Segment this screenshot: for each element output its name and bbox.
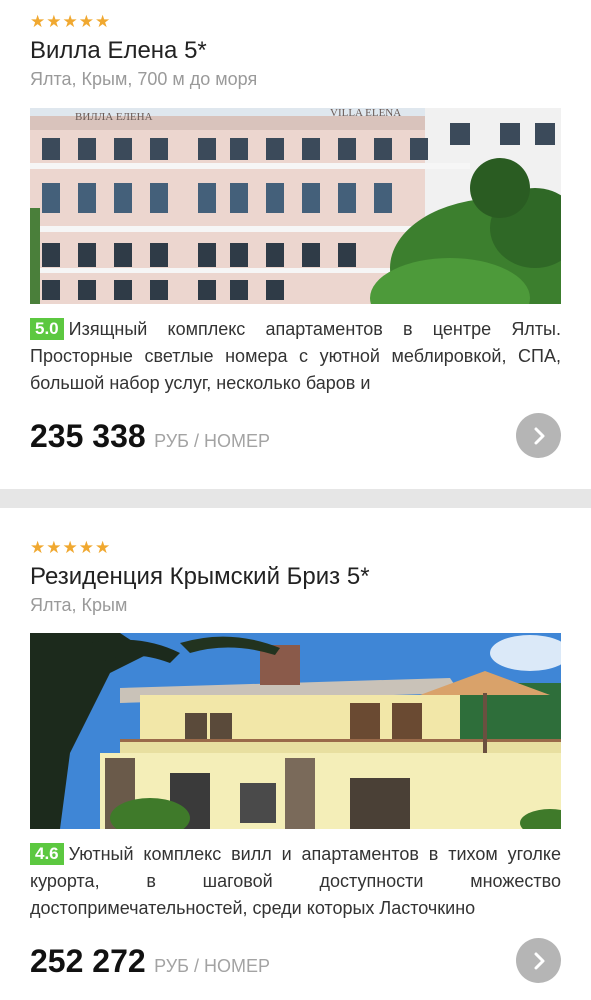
price-row: 235 338 РУБ / НОМЕР: [30, 418, 270, 455]
chevron-right-icon: [534, 427, 544, 444]
hotel-photo[interactable]: [30, 633, 561, 829]
price-value: 235 338: [30, 418, 146, 454]
rating-badge: 4.6: [30, 843, 64, 865]
svg-text:ВИЛЛА ЕЛЕНА: ВИЛЛА ЕЛЕНА: [75, 111, 153, 123]
chevron-right-icon: [534, 952, 544, 969]
hotel-location: Ялта, Крым: [30, 595, 128, 615]
rating-badge: 5.0: [30, 318, 64, 340]
description-text: Изящный комплекс апартаментов в центре Я…: [30, 319, 561, 393]
price-value: 252 272: [30, 943, 146, 979]
hotel-location: Ялта, Крым, 700 м до моря: [30, 69, 258, 89]
hotel-name[interactable]: Резиденция Крымский Бриз 5*: [30, 565, 370, 589]
star-rating: ★★★★★: [30, 538, 112, 557]
hotel-description: 5.0 Изящный комплекс апартаментов в центр…: [30, 316, 561, 395]
price-row: 252 272 РУБ / НОМЕР: [30, 943, 270, 980]
open-hotel-button[interactable]: [516, 413, 561, 458]
star-rating: ★★★★★: [30, 12, 112, 31]
hotel-name[interactable]: Вилла Елена 5*: [30, 39, 207, 63]
price-unit: РУБ / НОМЕР: [154, 431, 270, 451]
hotel-description: 4.6 Уютный комплекс вилл и апартаментов в…: [30, 841, 561, 920]
open-hotel-button[interactable]: [516, 938, 561, 983]
svg-text:VILLA ELENA: VILLA ELENA: [330, 108, 401, 119]
hotel-card[interactable]: ★★★★★ Вилла Елена 5* Ялта, Крым, 700 м д…: [0, 0, 591, 489]
price-unit: РУБ / НОМЕР: [154, 956, 270, 976]
hotel-photo[interactable]: ВИЛЛА ЕЛЕНА VILLA ELENA: [30, 108, 561, 304]
hotel-card[interactable]: ★★★★★ Резиденция Крымский Бриз 5* Ялта, …: [0, 508, 591, 1000]
description-text: Уютный комплекс вилл и апартаментов в ти…: [30, 844, 561, 918]
card-divider: [0, 489, 591, 508]
